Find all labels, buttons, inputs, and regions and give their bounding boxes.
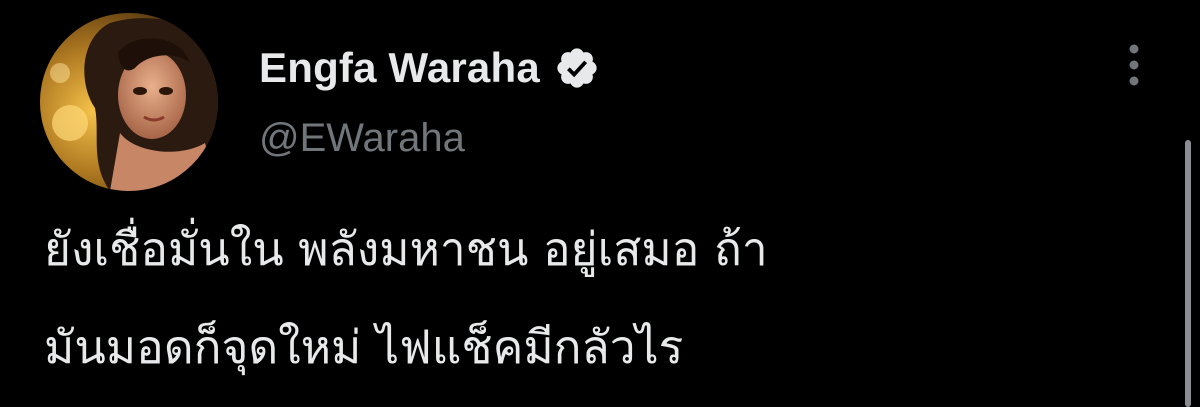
author-name-row: Engfa Waraha <box>259 40 600 96</box>
scrollbar[interactable] <box>1185 140 1191 407</box>
tweet-text-line-1: ยังเชื่อมั่นใน พลังมหาชน อยู่เสมอ ถ้า <box>44 222 768 276</box>
avatar-photo <box>40 13 218 191</box>
more-options-button[interactable] <box>1112 38 1156 92</box>
verified-badge-icon <box>554 45 600 91</box>
more-options-icon <box>1129 44 1139 86</box>
author-avatar[interactable] <box>40 13 218 191</box>
tweet-text: ยังเชื่อมั่นใน พลังมหาชน อยู่เสมอ ถ้า มั… <box>44 200 1164 396</box>
author-handle[interactable]: @EWaraha <box>259 116 465 161</box>
author-display-name[interactable]: Engfa Waraha <box>259 44 540 92</box>
tweet-text-line-2: มันมอดก็จุดใหม่ ไฟแช็คมีกลัวไร <box>44 320 684 374</box>
